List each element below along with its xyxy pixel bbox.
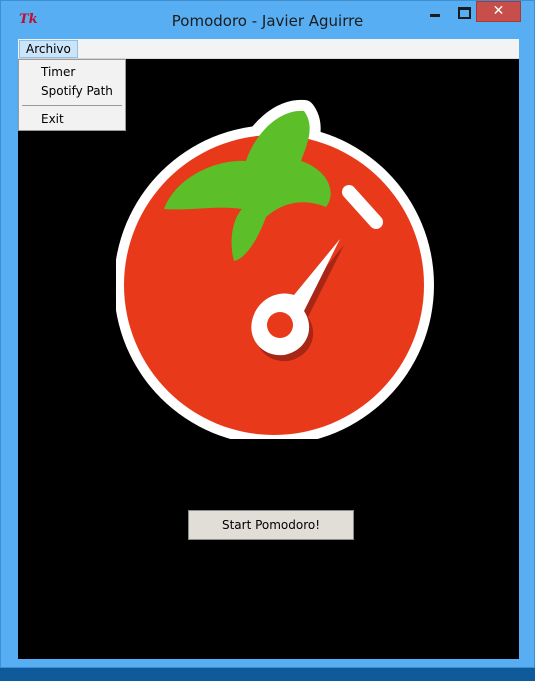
menu-archivo[interactable]: Archivo bbox=[19, 40, 78, 58]
menu-separator bbox=[22, 105, 122, 106]
menu-bar: Archivo bbox=[18, 39, 519, 59]
menu-item-timer[interactable]: Timer bbox=[41, 65, 75, 79]
tomato-timer-icon bbox=[114, 89, 436, 445]
menu-item-spotify-path[interactable]: Spotify Path bbox=[41, 84, 113, 98]
title-bar[interactable]: Tk Pomodoro - Javier Aguirre ✕ bbox=[1, 1, 534, 39]
minimize-button[interactable] bbox=[421, 1, 449, 23]
app-window: Tk Pomodoro - Javier Aguirre ✕ Archivo S… bbox=[0, 0, 535, 668]
maximize-button[interactable] bbox=[451, 1, 477, 23]
close-button[interactable]: ✕ bbox=[476, 1, 521, 22]
archivo-dropdown-menu: Timer Spotify Path Exit bbox=[18, 59, 126, 131]
client-area: Archivo Start Pomodoro! Timer Spotify Pa… bbox=[18, 39, 519, 659]
start-pomodoro-button[interactable]: Start Pomodoro! bbox=[188, 510, 354, 540]
menu-item-exit[interactable]: Exit bbox=[41, 112, 64, 126]
